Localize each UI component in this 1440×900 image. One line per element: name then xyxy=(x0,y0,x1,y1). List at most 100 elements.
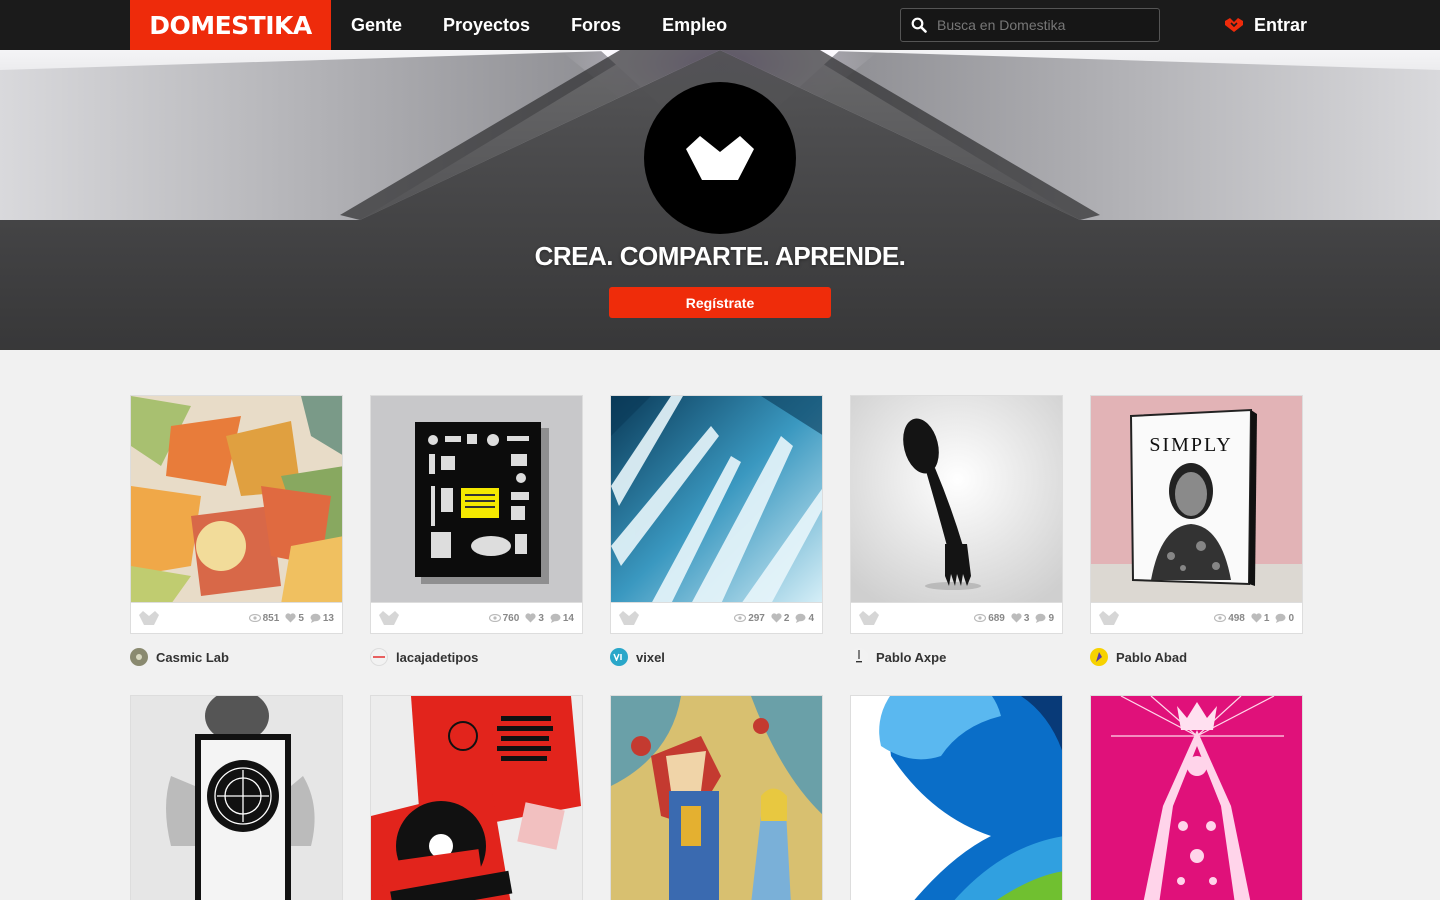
owner-name[interactable]: Pablo Axpe xyxy=(876,650,946,665)
views-value: 760 xyxy=(502,612,520,624)
project-card[interactable] xyxy=(1090,695,1303,900)
views-value: 498 xyxy=(1228,612,1245,624)
likes-value: 3 xyxy=(1023,612,1030,624)
nav-item-empleo[interactable]: Empleo xyxy=(662,15,727,36)
domestika-small-icon[interactable] xyxy=(1099,611,1119,625)
likes-count: 2 xyxy=(771,613,789,624)
project-owner[interactable]: lacajadetipos xyxy=(370,647,583,667)
comments-value: 13 xyxy=(322,612,334,624)
nav-item-gente[interactable]: Gente xyxy=(351,15,402,36)
search-box xyxy=(900,8,1160,42)
project-card[interactable]: SIMPLY 498 1 0 Pablo Abad xyxy=(1090,395,1303,667)
top-navbar: DOMESTIKA Gente Proyectos Foros Empleo E… xyxy=(0,0,1440,50)
project-stats: 498 1 0 xyxy=(1090,603,1303,634)
likes-count: 3 xyxy=(525,613,544,624)
project-card[interactable]: 760 3 14 lacajadetipos xyxy=(370,395,583,667)
project-card[interactable] xyxy=(610,695,823,900)
comments-count: 0 xyxy=(1275,613,1294,624)
stat-group: 760 3 14 xyxy=(488,612,574,624)
domestika-mark-icon xyxy=(686,136,754,180)
comments-value: 14 xyxy=(562,612,574,624)
owner-name[interactable]: Pablo Abad xyxy=(1116,650,1187,665)
hero-logo-badge xyxy=(644,82,796,234)
heart-icon xyxy=(525,613,536,623)
comment-icon xyxy=(310,613,321,623)
domestika-heart-icon xyxy=(1225,18,1243,32)
project-owner[interactable]: vixel xyxy=(610,647,823,667)
project-card[interactable] xyxy=(130,695,343,900)
domestika-small-icon[interactable] xyxy=(379,611,399,625)
project-thumbnail[interactable] xyxy=(370,395,583,603)
owner-avatar[interactable] xyxy=(370,648,388,666)
project-thumbnail[interactable] xyxy=(610,395,823,603)
comments-count: 9 xyxy=(1035,613,1054,624)
heart-icon xyxy=(1011,613,1022,623)
domestika-small-icon[interactable] xyxy=(139,611,159,625)
likes-value: 5 xyxy=(298,612,304,624)
likes-count: 5 xyxy=(285,613,304,624)
eye-icon xyxy=(488,614,501,622)
project-thumbnail[interactable] xyxy=(610,695,823,900)
views-count: 760 xyxy=(488,612,520,624)
eye-icon xyxy=(1214,614,1227,622)
comments-value: 0 xyxy=(1288,612,1294,624)
views-count: 851 xyxy=(248,613,279,624)
project-owner[interactable]: Casmic Lab xyxy=(130,647,343,667)
comment-icon xyxy=(1275,613,1286,623)
comments-count: 13 xyxy=(310,613,334,624)
heart-icon xyxy=(771,613,782,623)
comment-icon xyxy=(550,613,561,623)
project-thumbnail[interactable] xyxy=(130,695,343,900)
eye-icon xyxy=(734,614,747,622)
project-thumbnail[interactable] xyxy=(850,395,1063,603)
project-stats: 297 2 4 xyxy=(610,603,823,634)
project-thumbnail[interactable] xyxy=(370,695,583,900)
search-icon[interactable] xyxy=(901,17,937,33)
main-nav: Gente Proyectos Foros Empleo xyxy=(331,0,748,50)
owner-name[interactable]: vixel xyxy=(636,650,665,665)
owner-avatar[interactable] xyxy=(130,648,148,666)
comments-value: 4 xyxy=(808,612,814,624)
domestika-small-icon[interactable] xyxy=(859,611,879,625)
heart-icon xyxy=(1251,613,1262,623)
nav-item-foros[interactable]: Foros xyxy=(571,15,621,36)
owner-avatar[interactable] xyxy=(850,648,868,666)
project-owner[interactable]: Pablo Axpe xyxy=(850,647,1063,667)
likes-count: 3 xyxy=(1011,612,1030,624)
likes-value: 1 xyxy=(1263,612,1270,624)
search-input[interactable] xyxy=(937,17,1147,33)
project-stats: 689 3 9 xyxy=(850,603,1063,634)
owner-name[interactable]: lacajadetipos xyxy=(396,650,478,665)
register-button[interactable]: Regístrate xyxy=(609,287,831,318)
logo-text: DOMESTIKA xyxy=(149,10,312,40)
project-card[interactable]: 689 3 9 Pablo Axpe xyxy=(850,395,1063,667)
stat-group: 297 2 4 xyxy=(734,613,814,624)
domestika-logo[interactable]: DOMESTIKA xyxy=(130,0,331,50)
views-count: 689 xyxy=(974,613,1005,624)
project-thumbnail[interactable] xyxy=(1090,695,1303,900)
stat-group: 689 3 9 xyxy=(974,613,1054,624)
project-thumbnail[interactable]: SIMPLY xyxy=(1090,395,1303,603)
login-button[interactable]: Entrar xyxy=(1224,0,1307,50)
views-count: 498 xyxy=(1214,613,1245,624)
project-thumbnail[interactable] xyxy=(130,395,343,603)
comment-icon xyxy=(1035,613,1046,623)
project-owner[interactable]: Pablo Abad xyxy=(1090,647,1303,667)
magazine-title: SIMPLY xyxy=(1149,434,1232,456)
project-card[interactable]: 297 2 4 vixel xyxy=(610,395,823,667)
views-value: 297 xyxy=(748,612,765,624)
project-thumbnail[interactable] xyxy=(850,695,1063,900)
project-card[interactable] xyxy=(850,695,1063,900)
owner-avatar[interactable] xyxy=(1090,648,1108,666)
owner-avatar[interactable] xyxy=(610,648,628,666)
views-value: 689 xyxy=(988,612,1005,624)
domestika-small-icon[interactable] xyxy=(619,611,639,625)
nav-item-proyectos[interactable]: Proyectos xyxy=(443,15,530,36)
project-card[interactable] xyxy=(370,695,583,900)
project-card[interactable]: 851 5 13 Casmic Lab xyxy=(130,395,343,667)
comments-value: 9 xyxy=(1048,612,1054,624)
project-stats: 760 3 14 xyxy=(370,603,583,634)
likes-count: 1 xyxy=(1251,612,1270,624)
owner-name[interactable]: Casmic Lab xyxy=(156,650,229,665)
project-stats: 851 5 13 xyxy=(130,603,343,634)
